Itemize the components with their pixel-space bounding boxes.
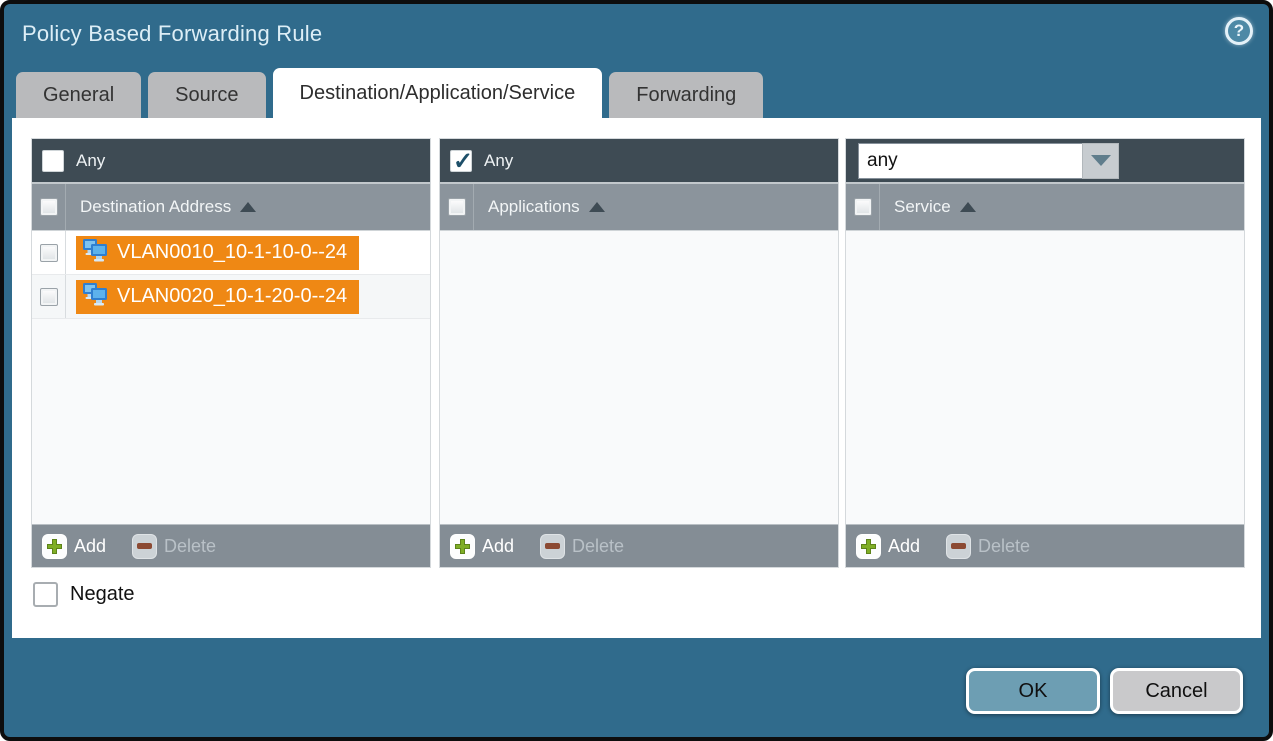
applications-any-checkbox[interactable]: [450, 150, 472, 172]
applications-header-label[interactable]: Applications: [488, 197, 580, 217]
tab-destination-application-service[interactable]: Destination/Application/Service: [273, 68, 603, 118]
destination-header-label[interactable]: Destination Address: [80, 197, 231, 217]
list-item: VLAN0010_10-1-10-0--24: [32, 231, 430, 275]
negate-option: Negate: [33, 582, 135, 607]
destination-any-bar: Any: [32, 139, 430, 184]
row-checkbox-gutter: [32, 275, 66, 318]
service-mode-input[interactable]: [858, 143, 1082, 179]
delete-button-label: Delete: [978, 536, 1030, 557]
network-computers-icon: [82, 282, 109, 312]
service-list: [846, 231, 1244, 524]
applications-delete-button[interactable]: Delete: [540, 534, 624, 559]
sort-ascending-icon[interactable]: [240, 202, 256, 212]
list-item: VLAN0020_10-1-20-0--24: [32, 275, 430, 319]
service-column-header: Service: [846, 184, 1244, 231]
help-icon[interactable]: [1225, 17, 1253, 45]
service-delete-button[interactable]: Delete: [946, 534, 1030, 559]
ok-button[interactable]: OK: [966, 668, 1100, 714]
sort-ascending-icon[interactable]: [960, 202, 976, 212]
network-computers-icon: [82, 238, 109, 268]
delete-button-label: Delete: [164, 536, 216, 557]
add-plus-icon: [856, 534, 881, 559]
service-column: Service Add Delete: [845, 138, 1245, 568]
destination-column-header: Destination Address: [32, 184, 430, 231]
dialog-title: Policy Based Forwarding Rule: [22, 21, 322, 47]
cancel-button[interactable]: Cancel: [1110, 668, 1243, 714]
service-footer: Add Delete: [846, 524, 1244, 567]
sort-ascending-icon[interactable]: [589, 202, 605, 212]
tab-general[interactable]: General: [16, 72, 141, 118]
applications-footer: Add Delete: [440, 524, 838, 567]
service-select-all-checkbox[interactable]: [854, 198, 872, 216]
delete-minus-icon: [540, 534, 565, 559]
service-add-button[interactable]: Add: [856, 534, 920, 559]
row-checkbox[interactable]: [40, 288, 58, 306]
chevron-down-icon: [1091, 155, 1111, 166]
negate-checkbox[interactable]: [33, 582, 58, 607]
policy-based-forwarding-dialog: Policy Based Forwarding Rule General Sou…: [0, 0, 1273, 741]
tab-source[interactable]: Source: [148, 72, 265, 118]
destination-any-checkbox[interactable]: [42, 150, 64, 172]
service-dropdown-button[interactable]: [1082, 143, 1119, 179]
service-header-label[interactable]: Service: [894, 197, 951, 217]
delete-button-label: Delete: [572, 536, 624, 557]
applications-list: [440, 231, 838, 524]
applications-select-all-checkbox[interactable]: [448, 198, 466, 216]
destination-address-column: Any Destination Address: [31, 138, 431, 568]
tab-forwarding[interactable]: Forwarding: [609, 72, 763, 118]
service-select-all-gutter: [846, 184, 880, 230]
destination-address-entry[interactable]: VLAN0020_10-1-20-0--24: [76, 280, 359, 314]
applications-any-label: Any: [484, 151, 513, 171]
destination-delete-button[interactable]: Delete: [132, 534, 216, 559]
add-button-label: Add: [482, 536, 514, 557]
destination-any-label: Any: [76, 151, 105, 171]
add-plus-icon: [42, 534, 67, 559]
destination-address-text: VLAN0020_10-1-20-0--24: [117, 285, 347, 308]
destination-list: VLAN0010_10-1-10-0--24: [32, 231, 430, 524]
row-checkbox[interactable]: [40, 244, 58, 262]
row-checkbox-gutter: [32, 231, 66, 274]
destination-address-text: VLAN0010_10-1-10-0--24: [117, 241, 347, 264]
tab-content-panel: Any Destination Address: [12, 118, 1261, 638]
add-plus-icon: [450, 534, 475, 559]
add-button-label: Add: [74, 536, 106, 557]
applications-select-all-gutter: [440, 184, 474, 230]
applications-add-button[interactable]: Add: [450, 534, 514, 559]
destination-address-entry[interactable]: VLAN0010_10-1-10-0--24: [76, 236, 359, 270]
delete-minus-icon: [132, 534, 157, 559]
service-mode-combobox: [858, 143, 1119, 179]
tab-bar: General Source Destination/Application/S…: [16, 68, 763, 118]
negate-label: Negate: [70, 583, 135, 606]
destination-footer: Add Delete: [32, 524, 430, 567]
applications-any-bar: Any: [440, 139, 838, 184]
destination-select-all-gutter: [32, 184, 66, 230]
destination-add-button[interactable]: Add: [42, 534, 106, 559]
destination-select-all-checkbox[interactable]: [40, 198, 58, 216]
applications-column-header: Applications: [440, 184, 838, 231]
add-button-label: Add: [888, 536, 920, 557]
delete-minus-icon: [946, 534, 971, 559]
applications-column: Any Applications Add: [439, 138, 839, 568]
service-any-bar: [846, 139, 1244, 184]
